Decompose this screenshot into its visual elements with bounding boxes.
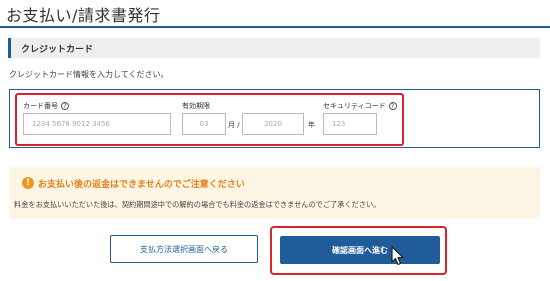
refund-warning-box: ! お支払い後の返金はできませんのでご注意ください 料金をお支払いいただいた後は… xyxy=(10,167,540,219)
expiry-year-unit: 年 xyxy=(308,121,315,129)
card-number-label: カード番号? xyxy=(23,101,69,111)
security-code-label-text: セキュリティコード xyxy=(323,102,386,110)
expiry-month-unit: 月 / xyxy=(228,121,240,129)
security-code-input[interactable] xyxy=(323,113,377,135)
title-divider xyxy=(0,26,550,28)
expiry-month-input[interactable] xyxy=(182,113,226,135)
section-header-label: クレジットカード xyxy=(21,45,94,55)
credit-card-section-header: クレジットカード xyxy=(8,38,540,58)
expiry-year-input[interactable] xyxy=(242,113,304,135)
card-number-label-text: カード番号 xyxy=(23,102,58,110)
warning-text: 料金をお支払いいただいた後は、契約期間途中での解約の場合でも料金の返金はできませ… xyxy=(14,200,381,209)
mouse-cursor-icon xyxy=(391,246,404,266)
card-number-input[interactable] xyxy=(23,113,171,135)
help-icon[interactable]: ? xyxy=(61,102,69,110)
page-title: お支払い/請求書発行 xyxy=(6,6,161,25)
warning-icon: ! xyxy=(22,177,34,189)
back-to-payment-method-button[interactable]: 支払方法選択画面へ戻る xyxy=(110,235,258,263)
card-instructions: クレジットカード情報を入力してください。 xyxy=(9,70,169,79)
warning-title: お支払い後の返金はできませんのでご注意ください xyxy=(38,180,245,190)
security-code-label: セキュリティコード? xyxy=(323,101,397,111)
proceed-to-confirm-button[interactable]: 確認画面へ進む xyxy=(280,236,440,264)
expiry-label: 有効期限 xyxy=(182,102,210,110)
help-icon[interactable]: ? xyxy=(388,102,397,110)
